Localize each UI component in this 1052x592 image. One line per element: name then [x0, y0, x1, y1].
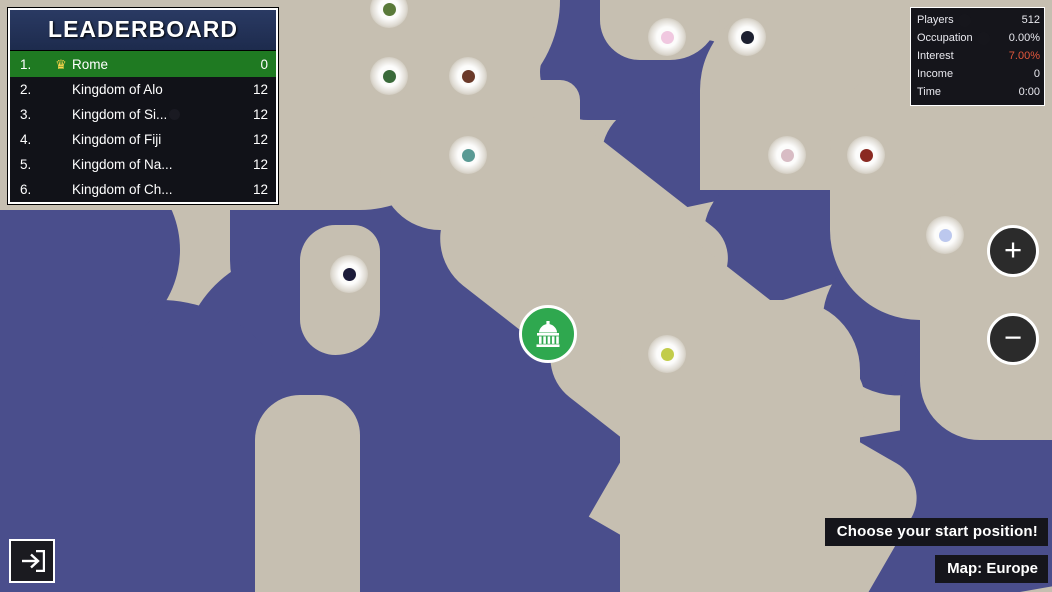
- zoom-out-button[interactable]: −: [987, 313, 1039, 365]
- capital-marker[interactable]: [519, 305, 577, 363]
- stat-row: Occupation 0.00%: [917, 29, 1040, 47]
- city-owner-dot: [461, 69, 475, 83]
- stat-label: Occupation: [917, 32, 973, 44]
- leaderboard-rank: 3.: [20, 107, 32, 122]
- stat-label: Players: [917, 14, 954, 26]
- leaderboard-row[interactable]: 2. Kingdom of Alo 12: [10, 77, 276, 102]
- city-marker[interactable]: [449, 136, 487, 174]
- player-color-dot: [169, 109, 181, 120]
- leaderboard-player-name: Kingdom of Si...: [72, 107, 242, 122]
- leaderboard-rank: 6.: [20, 182, 32, 197]
- stat-value: 0:00: [1018, 86, 1040, 98]
- stat-label: Time: [917, 86, 942, 98]
- leaderboard-score: 12: [252, 107, 268, 122]
- crown-icon: ♛: [55, 56, 67, 72]
- leaderboard-rank: 5.: [20, 157, 32, 172]
- stat-label: Income: [917, 68, 954, 80]
- exit-button[interactable]: [9, 539, 55, 583]
- stat-row: Players 512: [917, 11, 1040, 29]
- city-marker[interactable]: [768, 136, 806, 174]
- city-marker[interactable]: [370, 57, 408, 95]
- stats-rows: Players 512 Occupation 0.00% Interest 7.00% In…: [917, 11, 1040, 101]
- city-owner-dot: [342, 267, 356, 281]
- city-marker[interactable]: [926, 216, 964, 254]
- city-owner-dot: [382, 2, 396, 16]
- stat-label: Interest: [917, 50, 954, 62]
- city-owner-dot: [660, 347, 674, 361]
- leaderboard-score: 12: [252, 132, 268, 147]
- leaderboard-rows: 1. ♛ Rome 0 2. Kingdom of Alo 12 3. Kingdom of S…: [10, 51, 276, 202]
- city-owner-dot: [382, 69, 396, 83]
- stat-row: Interest 7.00%: [917, 47, 1040, 65]
- city-marker[interactable]: [449, 57, 487, 95]
- leaderboard-rank: 2.: [20, 82, 32, 97]
- game-screen: LEADERBOARD 1. ♛ Rome 0 2. Kingdom of Alo 12 3.…: [0, 0, 1052, 592]
- leaderboard-row[interactable]: 1. ♛ Rome 0: [10, 51, 276, 77]
- leaderboard-title: LEADERBOARD: [10, 10, 276, 51]
- stat-marker-icon: [976, 31, 990, 45]
- city-marker[interactable]: [330, 255, 368, 293]
- stat-value: 0.00%: [1008, 32, 1040, 44]
- leaderboard-rank: 1.: [20, 56, 32, 72]
- city-owner-dot: [461, 148, 475, 162]
- leaderboard-score: 12: [252, 182, 268, 197]
- stats-panel: Players 512 Occupation 0.00% Interest 7.00% In…: [910, 7, 1045, 106]
- stat-row: Time 0:00: [917, 83, 1040, 101]
- stat-value: 7.00%: [1008, 50, 1040, 62]
- leaderboard-player-name: Kingdom of Fiji: [72, 132, 162, 147]
- stat-value: 512: [1021, 14, 1040, 26]
- leaderboard-row[interactable]: 5. Kingdom of Na... 12: [10, 152, 276, 177]
- city-owner-dot: [660, 30, 674, 44]
- leaderboard-row[interactable]: 6. Kingdom of Ch... 12: [10, 177, 276, 202]
- city-marker[interactable]: [648, 18, 686, 56]
- leaderboard-player-name: Kingdom of Na...: [72, 157, 173, 172]
- leaderboard-player-name: Kingdom of Ch...: [72, 182, 173, 197]
- zoom-in-label: +: [1003, 232, 1023, 267]
- leaderboard-rank: 4.: [20, 132, 32, 147]
- leaderboard-row[interactable]: 4. Kingdom of Fiji 12: [10, 127, 276, 152]
- map-name-banner: Map: Europe: [935, 555, 1048, 583]
- zoom-out-label: −: [1003, 320, 1023, 355]
- island-sardinia: [255, 395, 360, 592]
- leaderboard-row[interactable]: 3. Kingdom of Si... 12: [10, 102, 276, 127]
- start-position-banner: Choose your start position!: [824, 518, 1048, 546]
- leaderboard-player-name: Kingdom of Alo: [72, 82, 163, 97]
- leaderboard-score: 0: [260, 56, 268, 72]
- stat-value: 0: [1033, 68, 1040, 80]
- city-owner-dot: [740, 30, 754, 44]
- city-owner-dot: [859, 148, 873, 162]
- leaderboard-score: 12: [252, 157, 268, 172]
- zoom-in-button[interactable]: +: [987, 225, 1039, 277]
- stat-marker-icon: [957, 13, 971, 27]
- city-owner-dot: [938, 228, 952, 242]
- city-owner-dot: [780, 148, 794, 162]
- stat-row: Income 0: [917, 65, 1040, 83]
- leaderboard-panel: LEADERBOARD 1. ♛ Rome 0 2. Kingdom of Alo 12 3.…: [8, 8, 278, 204]
- city-marker[interactable]: [728, 18, 766, 56]
- leaderboard-score: 12: [252, 82, 268, 97]
- city-marker[interactable]: [847, 136, 885, 174]
- leaderboard-player-name: Rome: [72, 56, 109, 72]
- capitol-building-icon: [536, 321, 560, 347]
- exit-arrow-icon: [22, 550, 45, 572]
- city-marker[interactable]: [648, 335, 686, 373]
